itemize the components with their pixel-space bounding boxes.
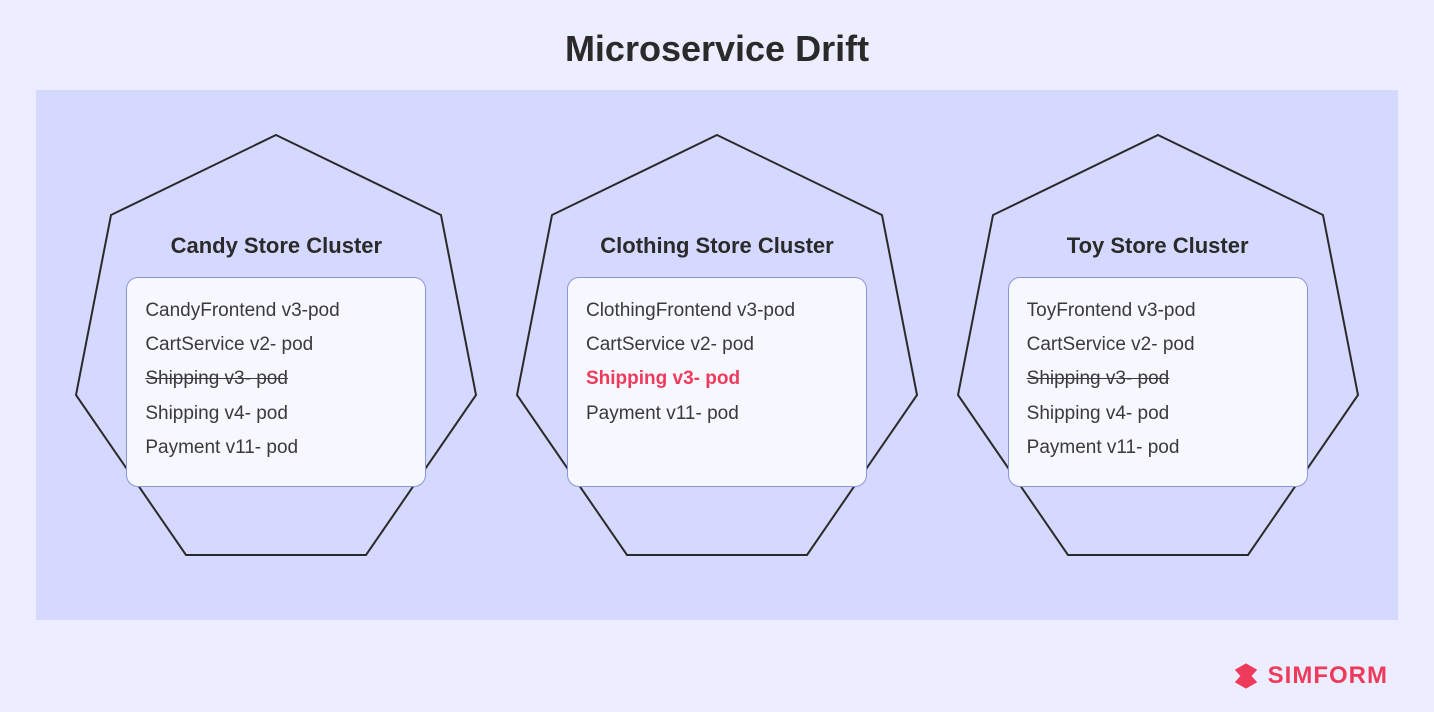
pod-item-drift: Shipping v3- pod	[586, 362, 848, 396]
cluster-candy: Candy Store Cluster CandyFrontend v3-pod…	[66, 125, 486, 585]
pod-item: ToyFrontend v3-pod	[1027, 294, 1289, 328]
cluster-title: Toy Store Cluster	[1008, 233, 1308, 259]
pod-box: CandyFrontend v3-pod CartService v2- pod…	[126, 277, 426, 487]
pod-box: ClothingFrontend v3-pod CartService v2- …	[567, 277, 867, 487]
cluster-toy: Toy Store Cluster ToyFrontend v3-pod Car…	[948, 125, 1368, 585]
pod-item: CartService v2- pod	[145, 328, 407, 362]
pod-item: CartService v2- pod	[586, 328, 848, 362]
brand-logo: SIMFORM	[1232, 662, 1388, 690]
pod-item: ClothingFrontend v3-pod	[586, 294, 848, 328]
simform-logo-icon	[1232, 662, 1260, 690]
pod-item: Payment v11- pod	[1027, 431, 1289, 465]
cluster-title: Clothing Store Cluster	[567, 233, 867, 259]
pod-item: CartService v2- pod	[1027, 328, 1289, 362]
diagram-title: Microservice Drift	[0, 0, 1434, 90]
pod-item: Shipping v4- pod	[1027, 397, 1289, 431]
pod-item: CandyFrontend v3-pod	[145, 294, 407, 328]
pod-item: Payment v11- pod	[586, 397, 848, 431]
pod-item: Payment v11- pod	[145, 431, 407, 465]
cluster-title: Candy Store Cluster	[126, 233, 426, 259]
clusters-panel: Candy Store Cluster CandyFrontend v3-pod…	[36, 90, 1398, 620]
pod-box: ToyFrontend v3-pod CartService v2- pod S…	[1008, 277, 1308, 487]
pod-item: Shipping v4- pod	[145, 397, 407, 431]
brand-text: SIMFORM	[1268, 662, 1388, 690]
pod-item-strike: Shipping v3- pod	[1027, 362, 1289, 396]
pod-item-strike: Shipping v3- pod	[145, 362, 407, 396]
cluster-clothing: Clothing Store Cluster ClothingFrontend …	[507, 125, 927, 585]
